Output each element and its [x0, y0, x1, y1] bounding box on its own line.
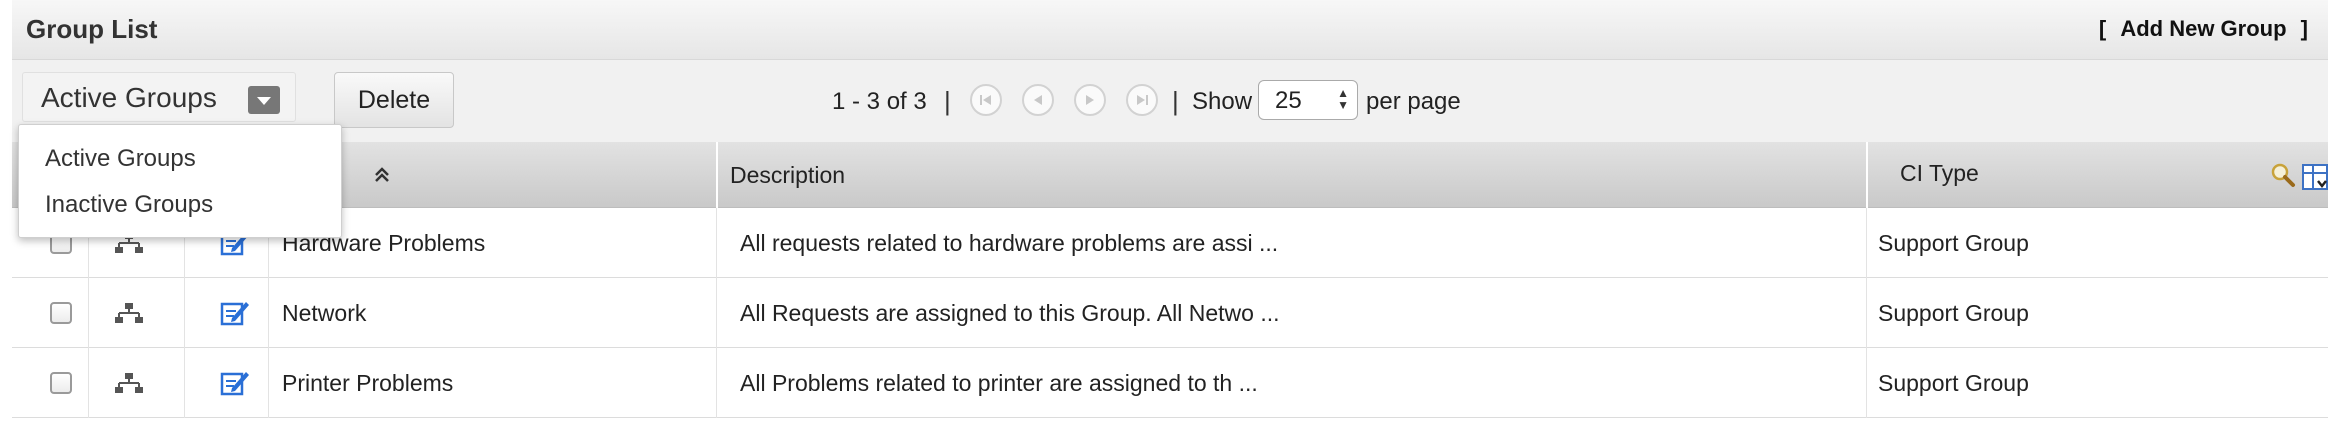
- description-cell: All requests related to hardware problem…: [740, 208, 1860, 278]
- group-name[interactable]: Printer Problems: [282, 370, 453, 397]
- ci-type-cell: Support Group: [1878, 278, 2318, 348]
- edit-icon[interactable]: [220, 298, 250, 334]
- hierarchy-icon[interactable]: [114, 372, 144, 400]
- cell-divider: [1866, 278, 1867, 348]
- delete-button[interactable]: Delete: [334, 72, 454, 128]
- cell-divider: [268, 348, 269, 418]
- group-filter-dropdown: Active Groups Inactive Groups: [18, 124, 342, 238]
- page-title: Group List: [26, 14, 158, 44]
- pager-range: 1 - 3 of 3: [832, 88, 927, 115]
- table-row[interactable]: Printer Problems All Problems related to…: [12, 348, 2328, 418]
- cell-divider: [268, 278, 269, 348]
- cell-divider: [1866, 348, 1867, 418]
- group-filter-select[interactable]: Active Groups: [22, 72, 296, 122]
- ci-type-value: Support Group: [1878, 370, 2029, 396]
- row-checkbox[interactable]: [50, 302, 72, 324]
- name-cell: Network: [282, 278, 712, 348]
- pager-separator: |: [1172, 86, 1179, 116]
- spinner-arrows-icon: ▲ ▼: [1337, 86, 1349, 112]
- cell-divider: [184, 348, 185, 418]
- description-cell: All Problems related to printer are assi…: [740, 348, 1860, 418]
- hierarchy-icon[interactable]: [114, 302, 144, 330]
- edit-cell: [208, 278, 250, 348]
- page-header: Group List [ Add New Group ]: [12, 0, 2328, 60]
- description-cell: All Requests are assigned to this Group.…: [740, 278, 1860, 348]
- column-header-description[interactable]: Description: [716, 142, 1866, 208]
- per-page-value: 25: [1275, 87, 1302, 114]
- next-page-icon[interactable]: [1074, 84, 1106, 116]
- ci-type-header-label: CI Type: [1900, 160, 1979, 186]
- edit-cell: [208, 348, 250, 418]
- per-page-label: per page: [1366, 88, 1461, 115]
- name-cell: Printer Problems: [282, 348, 712, 418]
- view-hierarchy-cell: [112, 278, 152, 348]
- add-new-group-link[interactable]: [ Add New Group ]: [2099, 16, 2308, 42]
- group-description: All requests related to hardware problem…: [740, 230, 1279, 256]
- ci-type-cell: Support Group: [1878, 208, 2318, 278]
- edit-icon[interactable]: [220, 368, 250, 404]
- row-checkbox[interactable]: [50, 372, 72, 394]
- description-header-label: Description: [730, 162, 846, 188]
- bracket-open: [: [2098, 16, 2107, 41]
- previous-page-icon[interactable]: [1022, 84, 1054, 116]
- cell-divider: [716, 278, 717, 348]
- cell-divider: [1866, 208, 1867, 278]
- cell-divider: [184, 278, 185, 348]
- sort-ascending-icon[interactable]: [374, 164, 390, 191]
- column-header-ci-type[interactable]: CI Type: [1866, 142, 2328, 208]
- row-select-cell: [12, 348, 82, 418]
- column-chooser-icon[interactable]: [2302, 164, 2330, 198]
- cell-divider: [716, 208, 717, 278]
- cell-divider: [88, 278, 89, 348]
- add-new-group-label[interactable]: Add New Group: [2112, 16, 2294, 41]
- group-description: All Problems related to printer are assi…: [740, 370, 1258, 396]
- chevron-down-icon[interactable]: [248, 86, 280, 114]
- toolbar: Active Groups Delete 1 - 3 of 3 | | Show…: [12, 60, 2328, 142]
- group-description: All Requests are assigned to this Group.…: [740, 300, 1280, 326]
- ci-type-cell: Support Group: [1878, 348, 2318, 418]
- per-page-select[interactable]: 25 ▲ ▼: [1258, 80, 1358, 120]
- search-icon[interactable]: [2270, 162, 2296, 194]
- ci-type-value: Support Group: [1878, 300, 2029, 326]
- bracket-close: ]: [2300, 16, 2308, 41]
- last-page-icon[interactable]: [1126, 84, 1158, 116]
- dropdown-option-inactive-groups[interactable]: Inactive Groups: [45, 191, 213, 219]
- pager-separator: |: [944, 86, 951, 116]
- first-page-icon[interactable]: [970, 84, 1002, 116]
- row-select-cell: [12, 278, 82, 348]
- cell-divider: [716, 348, 717, 418]
- show-label: Show: [1192, 88, 1253, 115]
- group-name[interactable]: Network: [282, 300, 366, 327]
- table-row[interactable]: Hardware Problems All requests related t…: [12, 208, 2328, 278]
- cell-divider: [88, 348, 89, 418]
- group-filter-value: Active Groups: [41, 82, 217, 113]
- name-cell: Hardware Problems: [282, 208, 712, 278]
- table-row[interactable]: Network All Requests are assigned to thi…: [12, 278, 2328, 348]
- dropdown-option-active-groups[interactable]: Active Groups: [45, 145, 196, 173]
- group-table: e Description CI Type: [12, 142, 2328, 418]
- table-header: e Description CI Type: [12, 142, 2328, 208]
- view-hierarchy-cell: [112, 348, 152, 418]
- ci-type-value: Support Group: [1878, 230, 2029, 256]
